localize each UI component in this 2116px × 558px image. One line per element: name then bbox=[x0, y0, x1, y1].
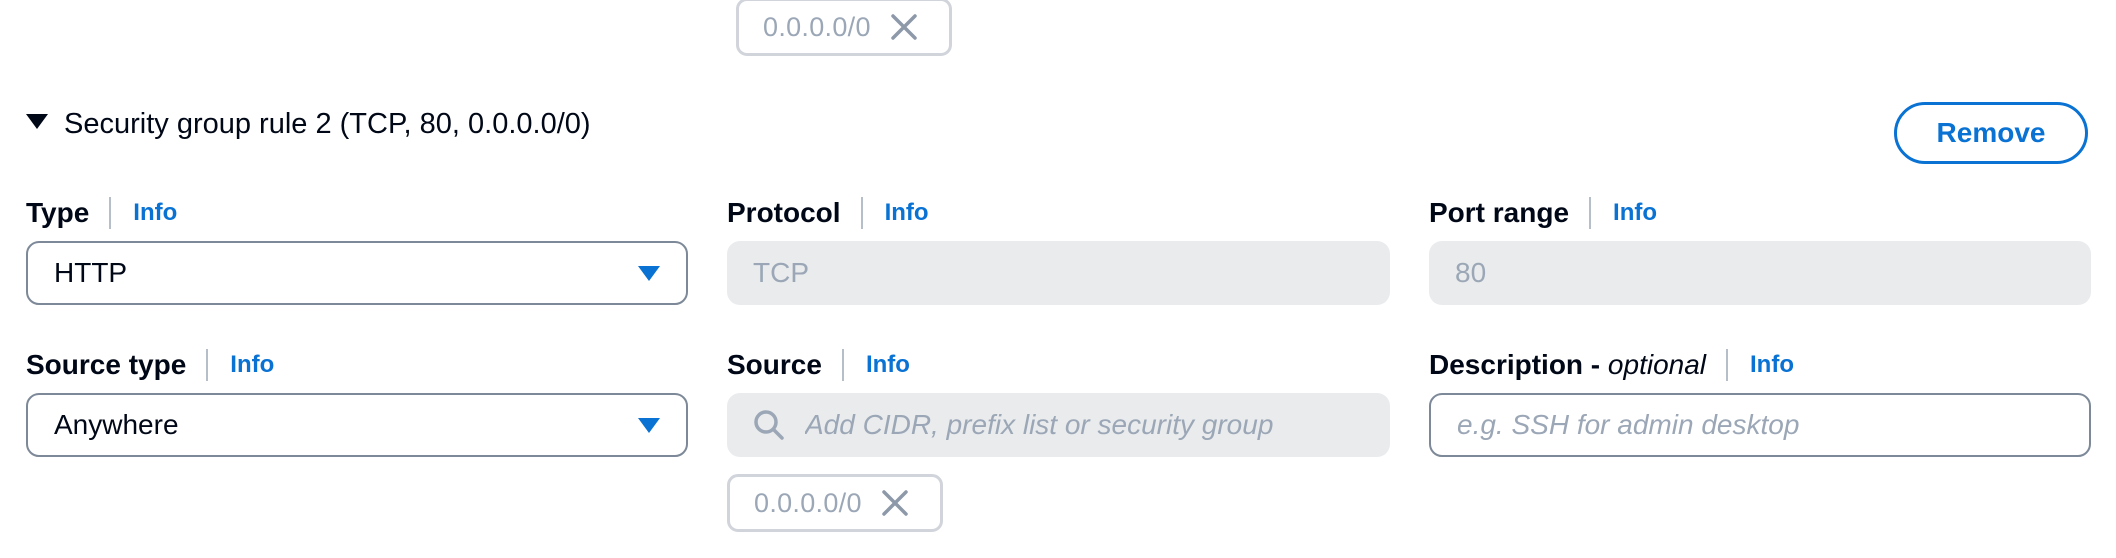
source-search-field bbox=[727, 393, 1390, 457]
source-type-select[interactable]: Anywhere bbox=[26, 393, 688, 457]
description-input[interactable] bbox=[1455, 408, 2065, 442]
description-label-text: Description - bbox=[1429, 349, 1608, 380]
label-divider bbox=[109, 197, 112, 229]
label-divider bbox=[841, 349, 844, 381]
source-token-previous: 0.0.0.0/0 bbox=[736, 0, 952, 56]
source-search-input[interactable] bbox=[803, 408, 1364, 442]
source-info-link[interactable]: Info bbox=[866, 351, 910, 379]
protocol-info-link[interactable]: Info bbox=[885, 199, 929, 227]
search-icon bbox=[754, 410, 784, 440]
type-label: Type bbox=[26, 197, 90, 228]
port-range-field: 80 bbox=[1429, 241, 2091, 305]
label-divider bbox=[1726, 349, 1729, 381]
label-divider bbox=[206, 349, 209, 381]
source-type-info-link[interactable]: Info bbox=[230, 351, 274, 379]
rule-header-toggle[interactable]: Security group rule 2 (TCP, 80, 0.0.0.0/… bbox=[26, 108, 591, 141]
source-type-label: Source type bbox=[26, 349, 187, 380]
description-info-link[interactable]: Info bbox=[1750, 351, 1794, 379]
protocol-field: TCP bbox=[727, 241, 1390, 305]
description-field bbox=[1429, 393, 2091, 457]
description-label-group: Description - optional Info bbox=[1429, 345, 1794, 385]
source-token: 0.0.0.0/0 bbox=[727, 474, 943, 532]
port-range-label: Port range bbox=[1429, 197, 1570, 228]
description-label-optional: optional bbox=[1607, 349, 1707, 380]
port-range-value: 80 bbox=[1455, 257, 1487, 288]
source-type-label-group: Source type Info bbox=[26, 345, 274, 385]
description-label: Description - optional bbox=[1429, 349, 1706, 381]
source-label: Source bbox=[727, 349, 822, 380]
close-icon[interactable] bbox=[889, 12, 919, 42]
type-select-value: HTTP bbox=[54, 257, 128, 288]
label-divider bbox=[860, 197, 863, 229]
protocol-label-group: Protocol Info bbox=[727, 193, 929, 233]
caret-down-icon bbox=[638, 417, 660, 433]
label-divider bbox=[1589, 197, 1592, 229]
source-type-select-value: Anywhere bbox=[54, 409, 179, 440]
source-token-text: 0.0.0.0/0 bbox=[763, 11, 871, 42]
protocol-value: TCP bbox=[753, 257, 809, 288]
protocol-label: Protocol bbox=[727, 197, 841, 228]
remove-button[interactable]: Remove bbox=[1894, 102, 2088, 164]
source-label-group: Source Info bbox=[727, 345, 910, 385]
close-icon[interactable] bbox=[880, 488, 910, 518]
type-info-link[interactable]: Info bbox=[133, 199, 177, 227]
rule-title: Security group rule 2 (TCP, 80, 0.0.0.0/… bbox=[64, 108, 591, 140]
caret-down-icon bbox=[638, 265, 660, 281]
caret-down-icon bbox=[26, 114, 48, 129]
port-range-label-group: Port range Info bbox=[1429, 193, 1657, 233]
type-select[interactable]: HTTP bbox=[26, 241, 688, 305]
port-range-info-link[interactable]: Info bbox=[1613, 199, 1657, 227]
type-label-group: Type Info bbox=[26, 193, 177, 233]
source-token-text: 0.0.0.0/0 bbox=[754, 487, 862, 518]
